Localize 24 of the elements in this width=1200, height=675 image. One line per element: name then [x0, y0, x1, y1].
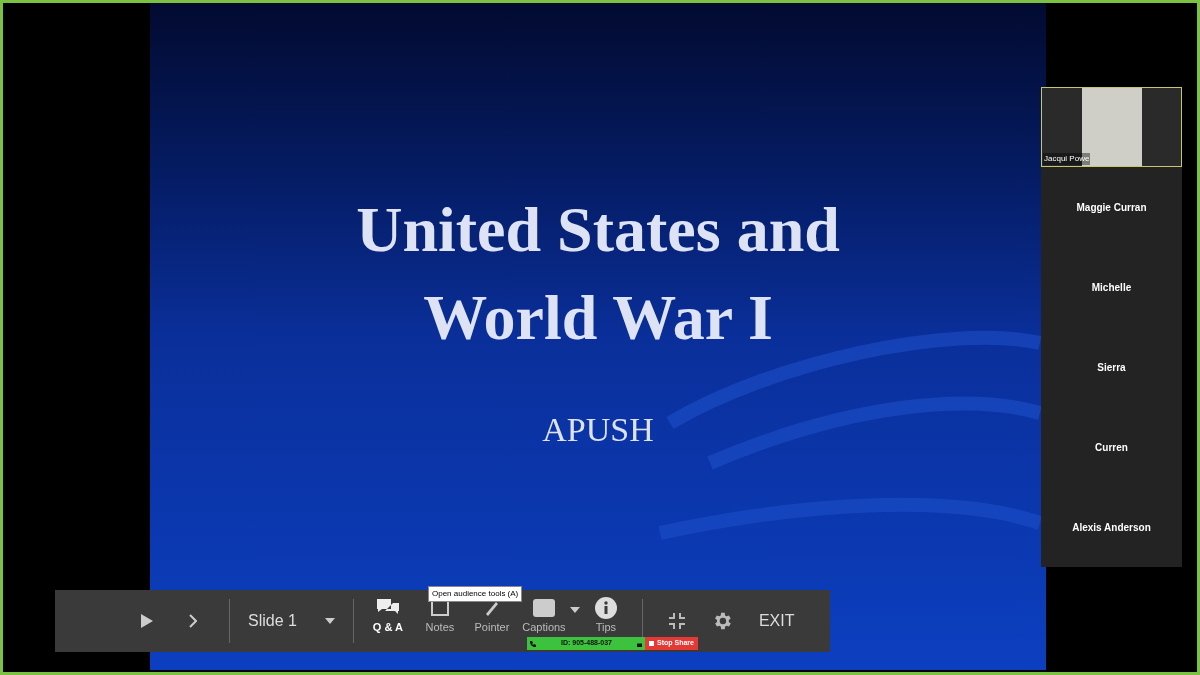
stop-icon [649, 641, 654, 646]
pen-icon [483, 600, 500, 616]
collapse-icon [668, 613, 685, 629]
tooltip: Open audience tools (A) [428, 586, 523, 602]
caret-icon [569, 607, 580, 613]
toolbar-button[interactable]: Q & A [361, 597, 414, 635]
slide-dropdown[interactable]: Slide 1 [248, 609, 335, 633]
slide-title: World War I [423, 281, 773, 355]
exit-fullscreen-button[interactable] [668, 613, 685, 629]
slide-subtitle: APUSH [542, 410, 654, 450]
participant-name: Curren [1095, 440, 1128, 455]
exit-button[interactable]: EXIT [758, 609, 795, 633]
caret-icon [324, 618, 335, 624]
slide-title: United States and [356, 193, 840, 267]
toolbar-button[interactable]: Tips [579, 597, 632, 635]
chevron-right-icon [189, 614, 197, 628]
play-icon [141, 614, 153, 628]
phone-icon [530, 640, 536, 647]
participant-name: Alexis Anderson [1072, 520, 1151, 535]
participant-name: Maggie Curran [1076, 200, 1147, 215]
participant-name: Michelle [1091, 280, 1132, 295]
participant-name: Sierra [1097, 360, 1126, 375]
participant-name: Jacqui Powe [1043, 153, 1091, 165]
info-icon [594, 597, 617, 619]
